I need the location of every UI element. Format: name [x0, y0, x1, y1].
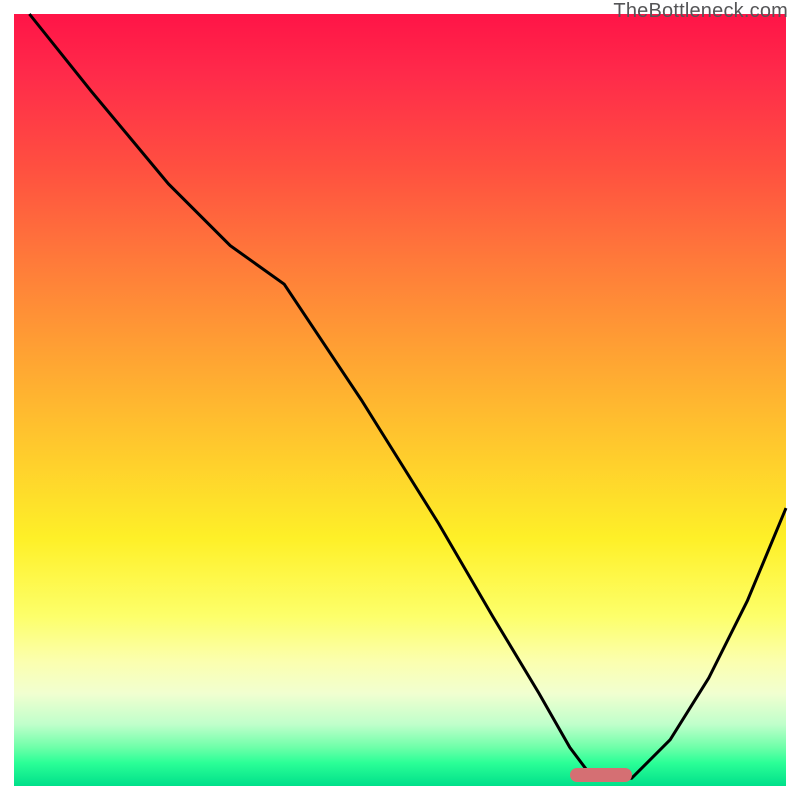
- curve-path: [29, 14, 786, 778]
- optimum-marker: [570, 768, 632, 782]
- bottleneck-curve: [14, 14, 786, 786]
- chart-frame: TheBottleneck.com: [0, 0, 800, 800]
